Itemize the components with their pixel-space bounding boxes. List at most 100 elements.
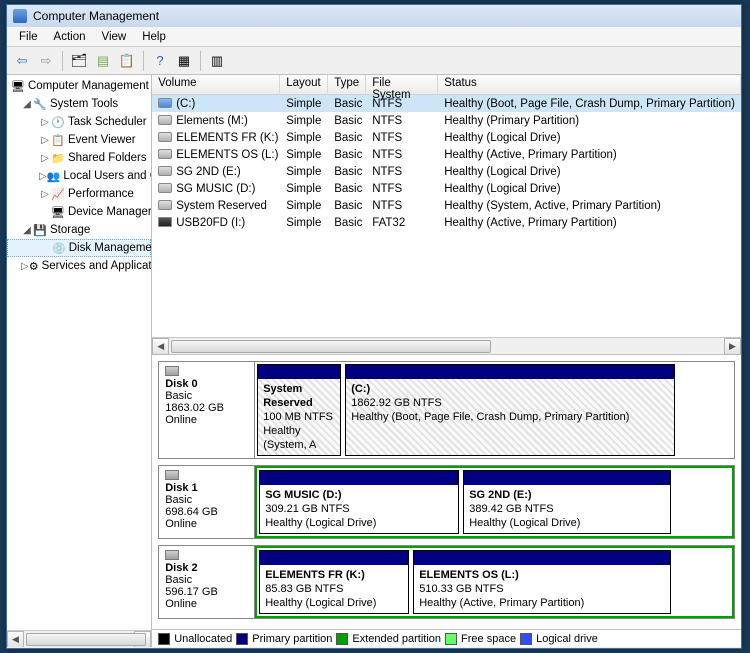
titlebar[interactable]: Computer Management [7,5,741,27]
table-row[interactable]: SG MUSIC (D:)SimpleBasicNTFSHealthy (Log… [152,180,741,197]
collapse-icon[interactable]: ◢ [21,225,33,236]
tree-device-manager[interactable]: 🖥 Device Manager [7,203,151,221]
tree-services[interactable]: ▷ ⚙ Services and Applications [7,257,151,275]
menu-file[interactable]: File [11,29,46,45]
expand-icon[interactable]: ▷ [39,153,51,164]
drive-icon [158,98,172,108]
scroll-left-button[interactable]: ◀ [7,631,24,648]
app-icon [13,9,27,23]
tree-root[interactable]: 🖥 Computer Management (Local [7,77,151,95]
menu-action[interactable]: Action [46,29,94,45]
table-row[interactable]: SG 2ND (E:)SimpleBasicNTFSHealthy (Logic… [152,163,741,180]
disk-info[interactable]: Disk 0Basic1863.02 GBOnline [159,362,255,458]
tree-storage[interactable]: ◢ 💾 Storage [7,221,151,239]
services-icon: ⚙ [29,259,39,273]
legend-unallocated-swatch [158,633,170,645]
toolbar: ⇦ ⇨ 🗂 ▤ 📋 ? ▦ ▥ [7,47,741,75]
expand-icon[interactable]: ▷ [39,117,51,128]
window-title: Computer Management [33,9,159,23]
drive-icon [158,183,172,193]
drive-icon [158,217,172,227]
table-row[interactable]: USB20FD (I:)SimpleBasicFAT32Healthy (Act… [152,214,741,231]
tree-system-tools[interactable]: ◢ 🔧 System Tools [7,95,151,113]
col-type[interactable]: Type [328,75,366,94]
legend-primary-swatch [236,633,248,645]
clock-icon: 🕐 [51,115,65,129]
toolbar-separator [143,51,144,71]
computer-icon: 🖥 [11,79,25,93]
disk-row[interactable]: Disk 0Basic1863.02 GBOnlineSystem Reserv… [158,361,735,459]
partition-body: ELEMENTS OS (L:)510.33 GB NTFSHealthy (A… [414,565,670,613]
disk-info[interactable]: Disk 2Basic596.17 GBOnline [159,546,255,618]
partition-container: SG MUSIC (D:)309.21 GB NTFSHealthy (Logi… [255,466,734,538]
partition-body: SG 2ND (E:)389.42 GB NTFSHealthy (Logica… [464,485,670,533]
scroll-thumb[interactable] [26,633,146,646]
partition-body: ELEMENTS FR (K:)85.83 GB NTFSHealthy (Lo… [260,565,408,613]
help-button[interactable]: ? [149,50,171,72]
partition-container: System Reserved100 MB NTFSHealthy (Syste… [255,362,734,458]
expand-icon[interactable]: ▷ [21,261,29,272]
partition[interactable]: ELEMENTS FR (K:)85.83 GB NTFSHealthy (Lo… [259,550,409,614]
partition[interactable]: System Reserved100 MB NTFSHealthy (Syste… [257,364,341,456]
collapse-icon[interactable]: ◢ [21,99,33,110]
partition[interactable]: SG 2ND (E:)389.42 GB NTFSHealthy (Logica… [463,470,671,534]
table-row[interactable]: ELEMENTS FR (K:)SimpleBasicNTFSHealthy (… [152,129,741,146]
col-layout[interactable]: Layout [280,75,328,94]
forward-button[interactable]: ⇨ [35,50,57,72]
partition-container: ELEMENTS FR (K:)85.83 GB NTFSHealthy (Lo… [255,546,734,618]
tree-local-users[interactable]: ▷ 👥 Local Users and Groups [7,167,151,185]
partition[interactable]: ELEMENTS OS (L:)510.33 GB NTFSHealthy (A… [413,550,671,614]
drive-icon [158,115,172,125]
legend-free-label: Free space [461,633,516,645]
nav-tree[interactable]: 🖥 Computer Management (Local ◢ 🔧 System … [7,75,152,647]
disk-row[interactable]: Disk 1Basic698.64 GBOnlineSG MUSIC (D:)3… [158,465,735,539]
table-row[interactable]: Elements (M:)SimpleBasicNTFSHealthy (Pri… [152,112,741,129]
table-row[interactable]: System ReservedSimpleBasicNTFSHealthy (S… [152,197,741,214]
partition[interactable]: SG MUSIC (D:)309.21 GB NTFSHealthy (Logi… [259,470,459,534]
table-row[interactable]: ELEMENTS OS (L:)SimpleBasicNTFSHealthy (… [152,146,741,163]
table-hscrollbar[interactable]: ◀ ▶ [152,337,741,354]
tree-hscrollbar[interactable]: ◀ ▶ [7,630,151,647]
menu-help[interactable]: Help [134,29,174,45]
users-icon: 👥 [47,169,61,183]
computer-management-window: Computer Management File Action View Hel… [6,4,742,649]
col-filesystem[interactable]: File System [366,75,438,94]
disk-icon [165,366,179,376]
disk-info[interactable]: Disk 1Basic698.64 GBOnline [159,466,255,538]
expand-icon[interactable]: ▷ [39,189,51,200]
back-button[interactable]: ⇦ [11,50,33,72]
drive-icon [158,132,172,142]
tree-task-scheduler[interactable]: ▷ 🕐 Task Scheduler [7,113,151,131]
disk-graphical-view: Disk 0Basic1863.02 GBOnlineSystem Reserv… [152,355,741,647]
properties-button[interactable]: ▤ [92,50,114,72]
legend-unallocated-label: Unallocated [174,633,232,645]
scroll-right-button[interactable]: ▶ [724,338,741,355]
show-hide-tree-button[interactable]: 🗂 [68,50,90,72]
tree-event-viewer[interactable]: ▷ 📋 Event Viewer [7,131,151,149]
legend-extended-swatch [336,633,348,645]
menu-view[interactable]: View [94,29,135,45]
col-status[interactable]: Status [438,75,741,94]
expand-icon[interactable]: ▷ [39,135,51,146]
table-row[interactable]: (C:)SimpleBasicNTFSHealthy (Boot, Page F… [152,95,741,112]
legend-logical-label: Logical drive [536,633,598,645]
disk-row[interactable]: Disk 2Basic596.17 GBOnlineELEMENTS FR (K… [158,545,735,619]
tree-shared-folders[interactable]: ▷ 📁 Shared Folders [7,149,151,167]
disk-icon [165,470,179,480]
refresh-button[interactable]: 📋 [116,50,138,72]
action-button[interactable]: ▥ [206,50,228,72]
scroll-thumb[interactable] [171,340,491,353]
expand-icon[interactable]: ▷ [39,171,47,182]
scroll-left-button[interactable]: ◀ [152,338,169,355]
toolbar-separator [200,51,201,71]
settings-button[interactable]: ▦ [173,50,195,72]
drive-icon [158,149,172,159]
partition[interactable]: (C:)1862.92 GB NTFSHealthy (Boot, Page F… [345,364,675,456]
tree-performance[interactable]: ▷ 📈 Performance [7,185,151,203]
legend-logical-swatch [520,633,532,645]
event-icon: 📋 [51,133,65,147]
legend-extended-label: Extended partition [352,633,441,645]
perf-icon: 📈 [51,187,65,201]
tree-disk-management[interactable]: 💿 Disk Management [7,239,151,257]
col-volume[interactable]: Volume [152,75,280,94]
